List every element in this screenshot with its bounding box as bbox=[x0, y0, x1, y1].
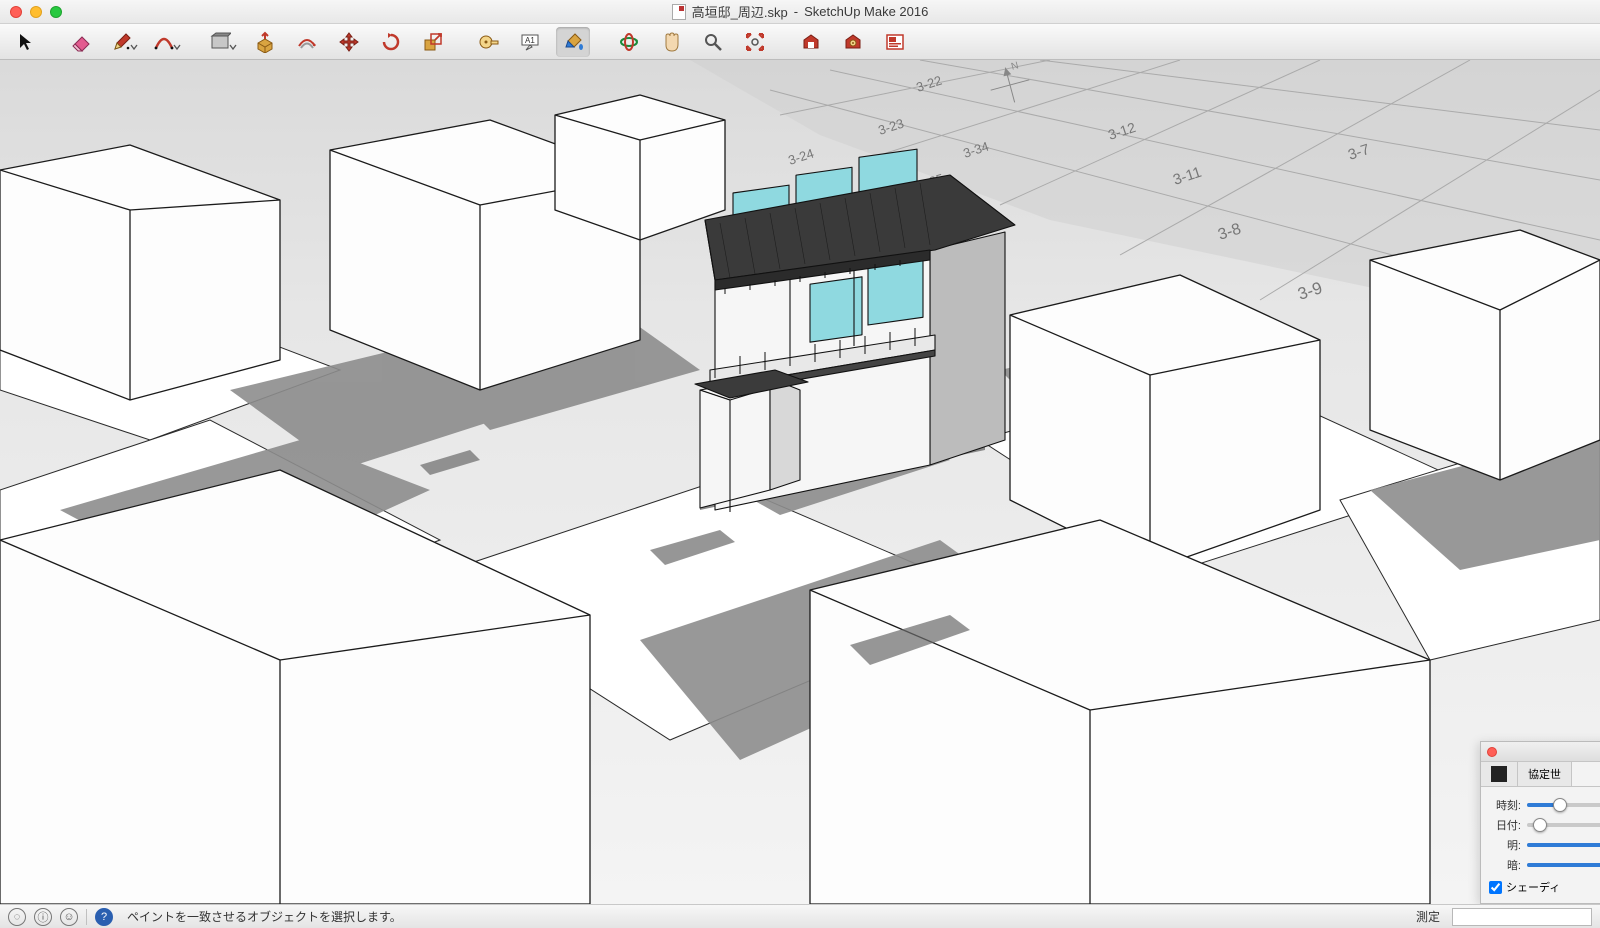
scale-tool[interactable] bbox=[416, 27, 450, 57]
pan-tool[interactable] bbox=[654, 27, 688, 57]
select-tool[interactable] bbox=[10, 27, 44, 57]
model-canvas: 3-22 3-23 3-24 3-34 3-35 3-12 3-11 3-8 3… bbox=[0, 60, 1600, 904]
help-icon[interactable]: ? bbox=[95, 908, 113, 926]
warehouse-tool[interactable] bbox=[794, 27, 828, 57]
minimize-window-button[interactable] bbox=[30, 6, 42, 18]
status-bar: ◌ ⓘ ☺ ? ペイントを一致させるオブジェクトを選択します。 測定 bbox=[0, 904, 1600, 928]
arc-tool[interactable] bbox=[150, 27, 184, 57]
time-label: 時刻: bbox=[1489, 797, 1521, 813]
panel-tab-settings[interactable]: 協定世 bbox=[1518, 762, 1572, 786]
light-slider[interactable] bbox=[1527, 843, 1600, 847]
time-slider-row: 時刻: 06:5 bbox=[1489, 797, 1600, 813]
date-slider[interactable] bbox=[1527, 823, 1600, 827]
panel-tabs: 協定世 bbox=[1481, 762, 1600, 787]
dark-slider-row: 暗: bbox=[1489, 857, 1600, 873]
light-label: 明: bbox=[1489, 837, 1521, 853]
panel-tab-shadow[interactable] bbox=[1481, 762, 1518, 786]
time-slider[interactable] bbox=[1527, 803, 1600, 807]
push-pull-tool[interactable] bbox=[248, 27, 282, 57]
date-slider-row: 日付: 1 2 3 bbox=[1489, 817, 1600, 833]
shadows-panel[interactable]: 協定世 時刻: 06:5 日付: 1 2 3 明: 暗: bbox=[1480, 741, 1600, 904]
measure-label: 測定 bbox=[1416, 908, 1440, 925]
shading-checkbox-label: シェーディ bbox=[1506, 879, 1560, 895]
tape-measure-tool[interactable] bbox=[472, 27, 506, 57]
date-label: 日付: bbox=[1489, 817, 1521, 833]
panel-close-button[interactable] bbox=[1487, 747, 1497, 757]
offset-tool[interactable] bbox=[290, 27, 324, 57]
app-name-text: SketchUp Make 2016 bbox=[804, 4, 928, 19]
move-tool[interactable] bbox=[332, 27, 366, 57]
layout-tool[interactable] bbox=[878, 27, 912, 57]
model-viewport[interactable]: 3-22 3-23 3-24 3-34 3-35 3-12 3-11 3-8 3… bbox=[0, 60, 1600, 904]
shadow-cube-icon bbox=[1491, 766, 1507, 782]
panel-titlebar[interactable] bbox=[1481, 742, 1600, 762]
document-icon bbox=[672, 4, 686, 20]
svg-text:3-9: 3-9 bbox=[1295, 278, 1324, 304]
eraser-tool[interactable] bbox=[66, 27, 100, 57]
close-window-button[interactable] bbox=[10, 6, 22, 18]
window-title: 高垣邸_周辺.skp - SketchUp Make 2016 bbox=[0, 2, 1600, 21]
paint-bucket-tool[interactable] bbox=[556, 27, 590, 57]
window-controls bbox=[0, 6, 62, 18]
orbit-tool[interactable] bbox=[612, 27, 646, 57]
maximize-window-button[interactable] bbox=[50, 6, 62, 18]
dark-slider[interactable] bbox=[1527, 863, 1600, 867]
text-tool[interactable]: A1 bbox=[514, 27, 548, 57]
rotate-tool[interactable] bbox=[374, 27, 408, 57]
shading-checkbox-row: シェーディ bbox=[1489, 879, 1600, 895]
extensions-tool[interactable] bbox=[836, 27, 870, 57]
dark-label: 暗: bbox=[1489, 857, 1521, 873]
main-toolbar: A1 bbox=[0, 24, 1600, 60]
svg-text:A1: A1 bbox=[525, 36, 535, 45]
user-icon[interactable]: ☺ bbox=[60, 908, 78, 926]
zoom-tool[interactable] bbox=[696, 27, 730, 57]
light-slider-row: 明: bbox=[1489, 837, 1600, 853]
credits-icon[interactable]: ⓘ bbox=[34, 908, 52, 926]
geolocation-icon[interactable]: ◌ bbox=[8, 908, 26, 926]
main-house bbox=[695, 149, 1015, 512]
rectangle-tool[interactable] bbox=[206, 27, 240, 57]
shading-checkbox[interactable] bbox=[1489, 881, 1502, 894]
title-bar: 高垣邸_周辺.skp - SketchUp Make 2016 bbox=[0, 0, 1600, 24]
status-message: ペイントを一致させるオブジェクトを選択します。 bbox=[127, 908, 402, 925]
measurement-input[interactable] bbox=[1452, 908, 1592, 926]
zoom-extents-tool[interactable] bbox=[738, 27, 772, 57]
line-tool[interactable] bbox=[108, 27, 142, 57]
svg-text:3-24: 3-24 bbox=[786, 146, 815, 168]
filename-text: 高垣邸_周辺.skp bbox=[692, 2, 788, 21]
